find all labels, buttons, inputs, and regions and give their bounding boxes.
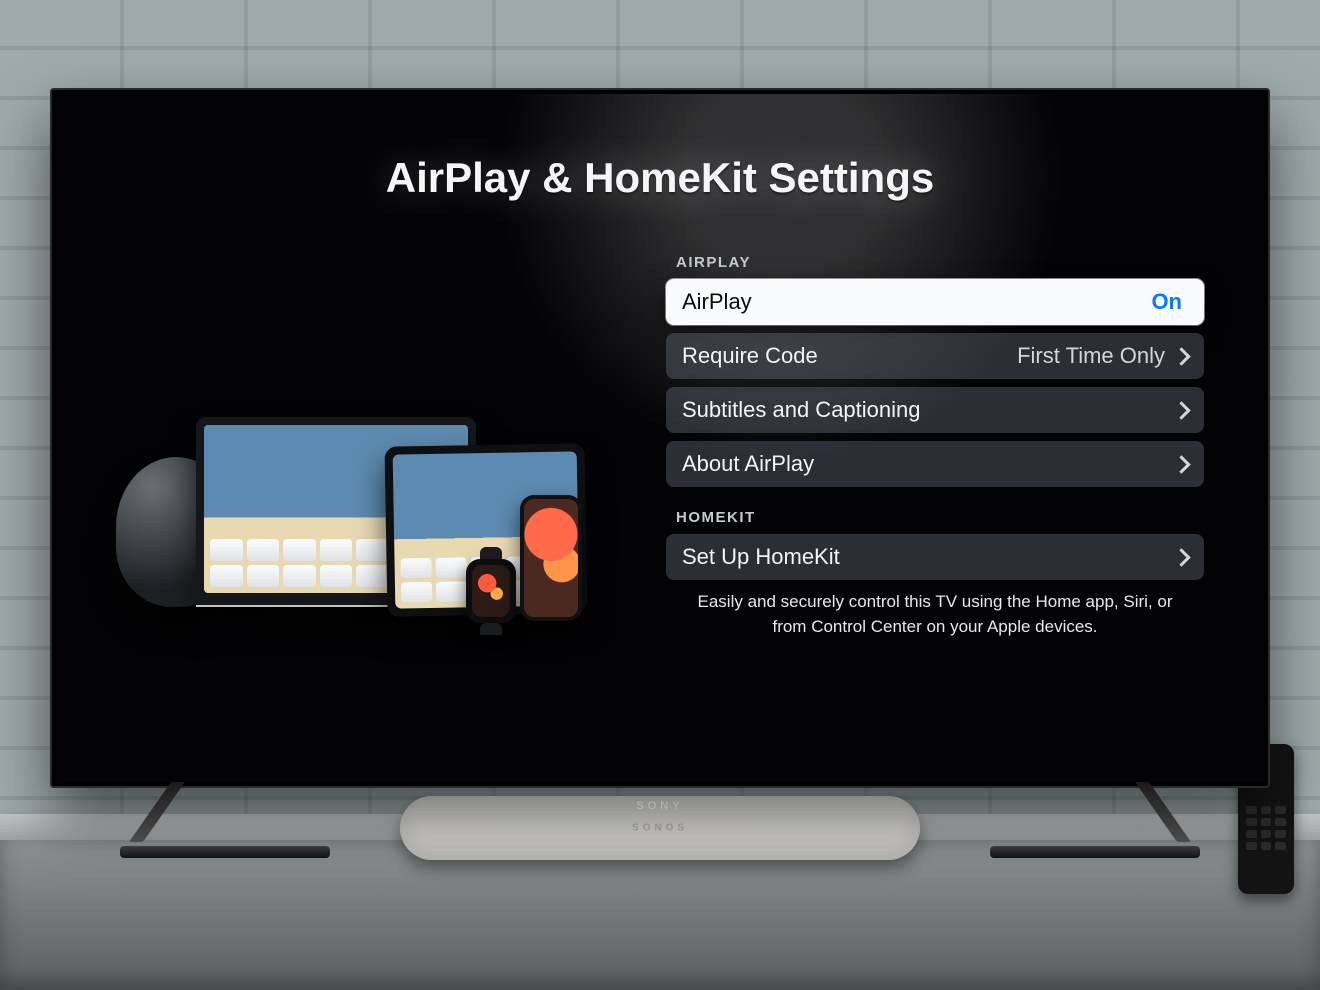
- homekit-footnote: Easily and securely control this TV usin…: [686, 590, 1184, 639]
- setup-homekit-row[interactable]: Set Up HomeKit: [666, 534, 1204, 580]
- airplay-toggle-label: AirPlay: [682, 289, 1151, 315]
- iphone-icon: [520, 495, 582, 621]
- require-code-label: Require Code: [682, 343, 1017, 369]
- page-title: AirPlay & HomeKit Settings: [56, 154, 1264, 202]
- about-airplay-row[interactable]: About AirPlay: [666, 441, 1204, 487]
- settings-panel: AIRPLAY AirPlay On Require Code First Ti…: [666, 244, 1204, 742]
- subtitles-label: Subtitles and Captioning: [682, 397, 1171, 423]
- chevron-right-icon: [1172, 347, 1190, 365]
- tv-brand-label: SONY: [636, 800, 683, 812]
- tv-bezel: AirPlay & HomeKit Settings: [56, 94, 1264, 782]
- require-code-row[interactable]: Require Code First Time Only: [666, 333, 1204, 379]
- require-code-value: First Time Only: [1017, 343, 1165, 369]
- airplay-toggle-value: On: [1151, 289, 1182, 315]
- tv-screen: AirPlay & HomeKit Settings: [56, 94, 1264, 782]
- device-cluster: [126, 363, 606, 623]
- chevron-right-icon: [1172, 455, 1190, 473]
- about-airplay-label: About AirPlay: [682, 451, 1171, 477]
- room-background: SONY AirPlay & HomeKit Settings: [0, 0, 1320, 990]
- airplay-section-header: AIRPLAY: [676, 254, 1204, 271]
- setup-homekit-label: Set Up HomeKit: [682, 544, 1171, 570]
- tv-stand-left: [120, 788, 340, 858]
- subtitles-row[interactable]: Subtitles and Captioning: [666, 387, 1204, 433]
- settings-content: AIRPLAY AirPlay On Require Code First Ti…: [116, 244, 1204, 742]
- apple-watch-icon: [466, 559, 516, 623]
- hero-illustration: [116, 244, 616, 742]
- television: SONY AirPlay & HomeKit Settings: [50, 88, 1270, 788]
- tv-stand-right: [980, 788, 1200, 858]
- homekit-section-header: HOMEKIT: [676, 509, 1204, 526]
- fireplace-shelf: [0, 840, 1320, 990]
- chevron-right-icon: [1172, 548, 1190, 566]
- airplay-toggle-row[interactable]: AirPlay On: [666, 279, 1204, 325]
- chevron-right-icon: [1172, 401, 1190, 419]
